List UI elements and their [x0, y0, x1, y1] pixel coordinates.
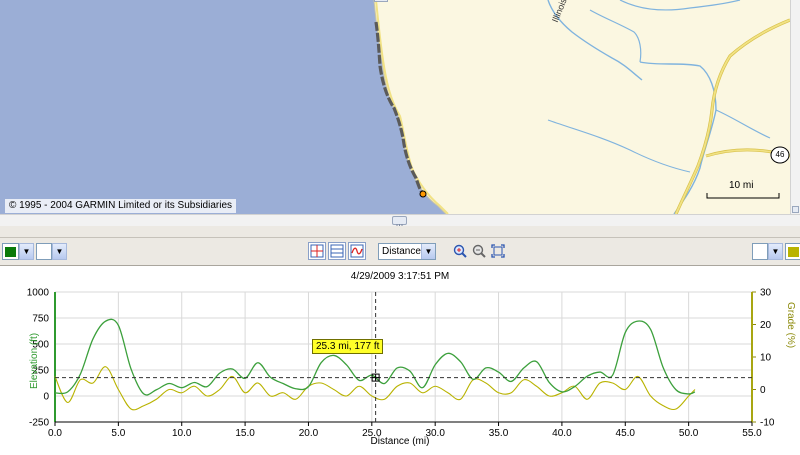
river: [639, 61, 717, 214]
y-right-tick-label: 0: [760, 385, 766, 396]
top-scroll-thumb[interactable]: [374, 0, 388, 2]
grade-series-line: [54, 366, 696, 411]
horizontal-scroll-thumb[interactable]: [392, 216, 407, 229]
right-series-color-picker[interactable]: [785, 243, 800, 260]
map-copyright: © 1995 - 2004 GARMIN Limited or its Subs…: [5, 199, 237, 213]
curve-icon: [350, 244, 364, 258]
road-shield-number: 46: [775, 150, 785, 159]
y-left-axis-title: Elevation (ft): [29, 332, 40, 389]
split-view-button[interactable]: [328, 242, 346, 260]
y-right-tick-label: -10: [760, 418, 775, 429]
x-axis-mode-value: Distance: [382, 246, 421, 257]
left-series-combo[interactable]: ▼: [36, 243, 67, 260]
chevron-down-icon[interactable]: ▼: [19, 243, 34, 260]
y-left-tick-label: 1000: [27, 288, 50, 299]
y-left-tick-label: 750: [32, 314, 49, 325]
split-view-icon: [330, 244, 344, 258]
map-canvas[interactable]: [0, 0, 790, 214]
x-axis-title: Distance (mi): [370, 436, 430, 447]
zoom-in-button[interactable]: [452, 243, 468, 259]
smooth-curve-button[interactable]: [348, 242, 366, 260]
green-swatch-icon: [5, 246, 16, 257]
y-right-tick-label: 10: [760, 353, 772, 364]
crosshair-button[interactable]: [308, 242, 326, 260]
elevation-profile-panel[interactable]: 4/29/2009 3:17:51 PM 0.0 5.0 10.0 15.0 20.0 2…: [0, 267, 800, 455]
zoom-extents-button[interactable]: [490, 243, 506, 259]
map-view[interactable]: Illinois River 46 10 mi © 1995 - 2004 GA…: [0, 0, 790, 214]
cursor-tooltip: 25.3 mi, 177 ft: [312, 339, 384, 354]
y-right-axis-title: Grade (%): [785, 302, 796, 349]
right-series-combo[interactable]: ▼: [752, 243, 783, 260]
river: [589, 9, 642, 63]
crosshair-icon: [310, 244, 324, 258]
zoom-extents-icon: [491, 244, 505, 258]
left-series-color-picker[interactable]: ▼: [2, 243, 34, 260]
profile-toolbar: ▼ ▼ Distance ▼ ▼: [0, 238, 800, 266]
river: [547, 119, 691, 173]
elevation-grade-chart[interactable]: 0.0 5.0 10.0 15.0 20.0 25.0 30.0 35.0 40.0 45.0 50…: [0, 267, 800, 455]
zoom-out-button[interactable]: [471, 243, 487, 259]
garmin-map-profile-window: Illinois River 46 10 mi © 1995 - 2004 GA…: [0, 0, 800, 455]
yellow-swatch-icon: [788, 246, 799, 257]
river: [619, 0, 741, 11]
river: [715, 109, 771, 139]
color-swatch: [2, 243, 19, 260]
pane-splitter[interactable]: [0, 226, 800, 238]
map-vertical-scrollbar[interactable]: [790, 0, 800, 214]
y-right-tick-label: 20: [760, 320, 772, 331]
vertical-scroll-thumb[interactable]: [792, 206, 799, 213]
zoom-in-icon: [453, 244, 467, 258]
combo-box[interactable]: [36, 243, 52, 260]
y-left-tick-label: -250: [29, 418, 49, 429]
map-horizontal-scrollbar[interactable]: [0, 214, 800, 229]
combo-box[interactable]: [752, 243, 768, 260]
scale-bar: [706, 193, 780, 199]
x-axis-mode-select[interactable]: Distance ▼: [378, 243, 436, 260]
zoom-out-icon: [472, 244, 486, 258]
chevron-down-icon[interactable]: ▼: [52, 243, 67, 260]
chevron-down-icon[interactable]: ▼: [768, 243, 783, 260]
color-swatch: [785, 243, 800, 260]
track-end-marker: [419, 190, 427, 198]
y-right-tick-label: 30: [760, 288, 772, 299]
y-left-tick-label: 0: [43, 392, 49, 403]
scale-label: 10 mi: [729, 180, 754, 191]
chevron-down-icon[interactable]: ▼: [421, 244, 435, 259]
